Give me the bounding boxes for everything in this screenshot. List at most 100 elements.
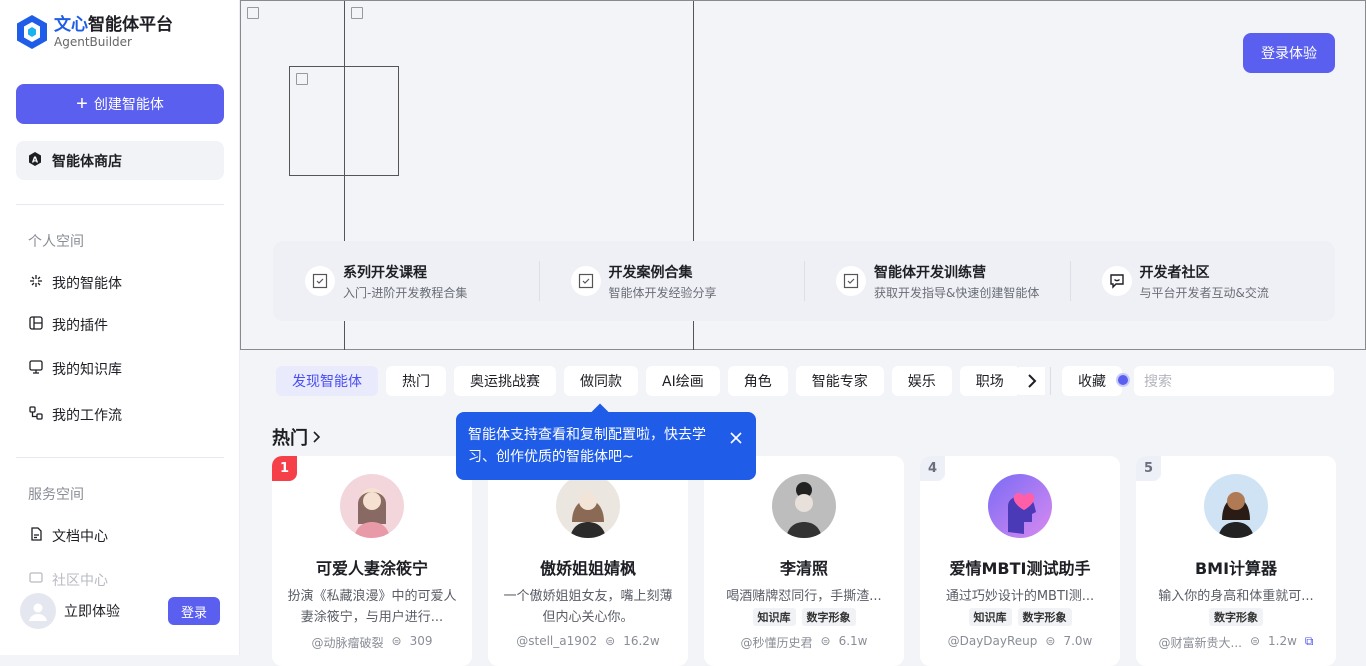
agent-card[interactable]: 李清照 喝酒赌牌怼同行，手撕渣... 知识库 数字形象 @秒懂历史君 ⊜ 6.1w <box>704 456 904 666</box>
user-name: 立即体验 <box>64 604 120 620</box>
sidebar-item-docs[interactable]: 文档中心 <box>28 526 108 546</box>
login-experience-button[interactable]: 登录体验 <box>1243 33 1335 73</box>
agent-avatar <box>556 474 620 538</box>
broken-image-icon <box>247 7 259 19</box>
tag: 数字形象 <box>1017 608 1072 626</box>
favorites-indicator-icon <box>1116 373 1130 387</box>
quick-link-community[interactable]: 开发者社区 与平台开发者互动&交流 <box>1069 241 1336 321</box>
quick-link-title: 开发案例合集 <box>608 264 693 281</box>
agent-count: 1.2w <box>1268 634 1297 648</box>
sidebar-item-agent-store[interactable]: A 智能体商店 <box>16 141 224 180</box>
divider <box>16 457 224 458</box>
agent-name: 李清照 <box>779 559 828 578</box>
agent-meta: @财富新贵大... ⊜ 1.2w ⧉ <box>1136 634 1336 651</box>
agent-card[interactable]: 5 BMI计算器 输入你的身高和体重就可... 数字形象 @财富新贵大... ⊜ 1… <box>1136 456 1336 666</box>
agent-name: 可爱人妻涂筱宁 <box>315 559 428 578</box>
category-tabs: 发现智能体 热门 奥运挑战赛 做同款 AI绘画 角色 智能专家 娱乐 职场 <box>276 366 1020 396</box>
personal-space-title: 个人空间 <box>28 234 84 250</box>
agent-card[interactable]: 傲娇姐姐婧枫 一个傲娇姐姐女友，嘴上刻薄但内心关心你。 @stell_a1902… <box>488 456 688 666</box>
agent-author[interactable]: @动脉瘤破裂 <box>312 634 384 651</box>
agent-author[interactable]: @stell_a1902 <box>516 634 597 648</box>
tab-workplace[interactable]: 职场 <box>959 366 1020 396</box>
brand-suffix: 智能体平台 <box>88 15 173 35</box>
agent-meta: @stell_a1902 ⊜ 16.2w <box>488 634 688 648</box>
case-icon <box>570 266 601 296</box>
tab-discover[interactable]: 发现智能体 <box>276 366 378 396</box>
sidebar-item-my-agents[interactable]: 我的智能体 <box>28 273 122 293</box>
chat-icon <box>1101 266 1132 296</box>
document-icon <box>28 526 44 546</box>
community-icon <box>28 570 44 590</box>
tooltip-text: 智能体支持查看和复制配置啦，快去学习、创作优质的智能体吧~ <box>468 427 706 465</box>
agent-author[interactable]: @财富新贵大... <box>1159 634 1242 651</box>
broken-image-icon <box>296 73 308 85</box>
sidebar-item-my-knowledge[interactable]: 我的知识库 <box>28 359 122 379</box>
create-agent-button[interactable]: + 创建智能体 <box>16 84 224 124</box>
avatar[interactable] <box>20 593 56 629</box>
tag: 数字形象 <box>801 608 856 626</box>
agent-cards: 1 可爱人妻涂筱宁 扮演《私藏浪漫》中的可爱人妻涂筱宁，与用户进行... @动脉… <box>272 456 1336 666</box>
tab-olympics[interactable]: 奥运挑战赛 <box>454 366 556 396</box>
quick-link-title: 智能体开发训练营 <box>874 264 986 281</box>
tab-entertainment[interactable]: 娱乐 <box>891 366 952 396</box>
my-plugins-label: 我的插件 <box>52 318 108 334</box>
quick-link-sub: 入门-进阶开发教程合集 <box>343 285 468 300</box>
tab-role[interactable]: 角色 <box>727 366 788 396</box>
sparkle-icon <box>28 273 44 293</box>
tag: 知识库 <box>752 608 796 626</box>
agent-avatar <box>988 474 1052 538</box>
broken-image-icon <box>351 7 363 19</box>
my-agents-label: 我的智能体 <box>52 276 122 292</box>
sidebar-item-community[interactable]: 社区中心 <box>28 570 108 590</box>
rank-badge: 1 <box>272 456 297 481</box>
quick-link-sub: 获取开发指导&快速创建智能体 <box>874 285 1040 300</box>
agent-count: 6.1w <box>838 634 868 648</box>
close-icon[interactable] <box>728 430 744 446</box>
quick-link-cases[interactable]: 开发案例合集 智能体开发经验分享 <box>538 241 805 321</box>
brand-en: AgentBuilder <box>54 35 132 49</box>
copy-icon[interactable]: ⧉ <box>1305 634 1314 651</box>
agent-author[interactable]: @秒懂历史君 <box>741 634 813 651</box>
sidebar-item-my-plugins[interactable]: 我的插件 <box>28 315 108 335</box>
sidebar-item-my-workflows[interactable]: 我的工作流 <box>28 405 122 425</box>
camp-icon <box>836 266 866 296</box>
user-icon <box>29 603 47 621</box>
create-agent-label: 创建智能体 <box>93 96 164 112</box>
agent-author[interactable]: @DayDayReup <box>948 634 1038 648</box>
search-input[interactable] <box>1144 373 1325 389</box>
my-workflows-label: 我的工作流 <box>52 408 122 424</box>
section-title: 热门 <box>272 428 308 449</box>
agent-card[interactable]: 1 可爱人妻涂筱宁 扮演《私藏浪漫》中的可爱人妻涂筱宁，与用户进行... @动脉… <box>272 456 472 666</box>
quick-link-title: 开发者社区 <box>1139 264 1210 281</box>
quick-link-title: 系列开发课程 <box>343 264 427 281</box>
logo-icon <box>16 14 48 50</box>
login-button[interactable]: 登录 <box>168 597 220 625</box>
banner: 登录体验 系列开发课程入门-进阶开发教程合集 开发案例合集 智能体开发经验分享 智… <box>240 0 1366 350</box>
agent-avatar <box>340 474 404 538</box>
tab-same-style[interactable]: 做同款 <box>564 366 638 396</box>
divider <box>1050 367 1051 395</box>
logo[interactable]: 文心智能体平台 AgentBuilder <box>16 14 173 50</box>
chevron-right-icon <box>313 431 321 443</box>
agent-meta: @秒懂历史君 ⊜ 6.1w <box>704 634 904 651</box>
quick-link-course[interactable]: 系列开发课程入门-进阶开发教程合集 <box>273 241 539 321</box>
agent-tags: 数字形象 <box>1136 608 1336 626</box>
knowledge-icon <box>28 359 44 379</box>
banner-image <box>289 66 399 176</box>
tab-expert[interactable]: 智能专家 <box>795 366 884 396</box>
tab-hot[interactable]: 热门 <box>386 366 446 396</box>
workflow-icon <box>28 405 44 425</box>
agent-count: 16.2w <box>623 634 660 648</box>
chat-count-icon: ⊜ <box>1045 634 1056 648</box>
tabs-next-button[interactable] <box>1019 367 1045 395</box>
favorites-button[interactable]: 收藏 <box>1062 366 1122 396</box>
quick-link-camp[interactable]: 智能体开发训练营获取开发指导&快速创建智能体 <box>804 241 1070 321</box>
agent-tags: 知识库 数字形象 <box>920 608 1120 626</box>
section-hot-header[interactable]: 热门 <box>272 424 322 450</box>
agent-card[interactable]: 4 爱情MBTI测试助手 通过巧妙设计的MBTI测... 知识库 数字形象 @Da… <box>920 456 1120 666</box>
agent-tags: 知识库 数字形象 <box>704 608 904 626</box>
tab-ai-painting[interactable]: AI绘画 <box>646 366 720 396</box>
plugin-icon <box>28 315 44 335</box>
rank-badge: 4 <box>920 456 945 481</box>
tag: 数字形象 <box>1209 608 1263 626</box>
